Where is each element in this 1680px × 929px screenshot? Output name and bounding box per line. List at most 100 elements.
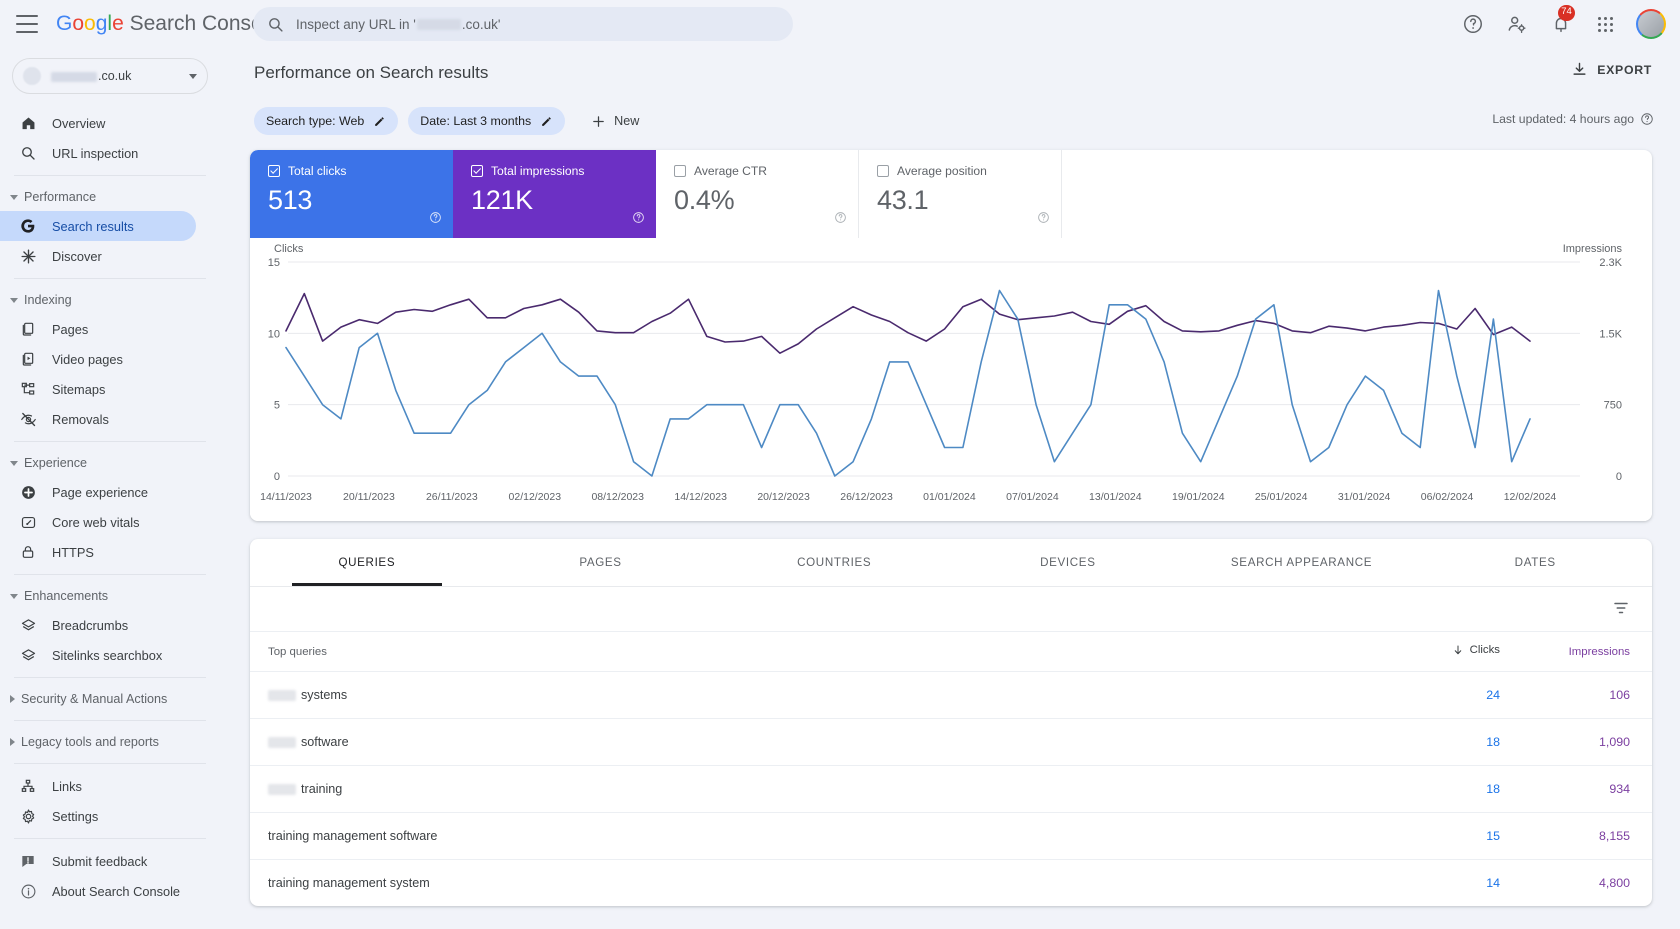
tab-search-appearance[interactable]: SEARCH APPEARANCE bbox=[1185, 539, 1419, 586]
sidebar-item-label: Removals bbox=[52, 411, 109, 427]
checkbox-checked-icon[interactable] bbox=[471, 165, 483, 177]
sidebar-item-about-search-console[interactable]: About Search Console bbox=[0, 876, 196, 906]
performance-chart[interactable]: Clicks Impressions 15 2.3K 10 1.5K 5 750 0 0 14/11… bbox=[250, 238, 1652, 521]
sidebar-item-sitemaps[interactable]: Sitemaps bbox=[0, 374, 196, 404]
metric-card-total-clicks[interactable]: Total clicks 513 bbox=[250, 150, 453, 238]
search-icon bbox=[18, 143, 38, 163]
sidebar-item-sitelinks-searchbox[interactable]: Sitelinks searchbox bbox=[0, 640, 196, 670]
sidebar-group-security-manual-actions[interactable]: Security & Manual Actions bbox=[0, 685, 220, 713]
sidebar-item-settings[interactable]: Settings bbox=[0, 801, 196, 831]
sidebar-item-label: Search results bbox=[52, 218, 134, 234]
feedback-icon bbox=[18, 851, 38, 871]
tab-queries[interactable]: QUERIES bbox=[250, 539, 484, 586]
table-row[interactable]: training 18 934 bbox=[250, 765, 1652, 813]
notifications-icon[interactable]: 74 bbox=[1548, 5, 1575, 37]
help-icon[interactable] bbox=[632, 211, 645, 229]
property-selector[interactable]: .co.uk bbox=[12, 58, 208, 94]
sidebar-group-indexing[interactable]: Indexing bbox=[0, 286, 220, 314]
chart-x-tick-label: 31/01/2024 bbox=[1338, 491, 1391, 503]
tab-dates[interactable]: DATES bbox=[1418, 539, 1652, 586]
chevron-right-icon bbox=[10, 738, 15, 746]
help-icon[interactable] bbox=[834, 211, 847, 229]
sidebar-item-label: Page experience bbox=[52, 484, 149, 500]
sidebar-item-label: Video pages bbox=[52, 351, 123, 367]
sidebar-group-enhancements[interactable]: Enhancements bbox=[0, 582, 220, 610]
export-button[interactable]: EXPORT bbox=[1571, 61, 1652, 78]
tab-countries[interactable]: COUNTRIES bbox=[717, 539, 951, 586]
help-icon[interactable] bbox=[1640, 112, 1654, 126]
chart-x-tick-label: 02/12/2023 bbox=[509, 491, 562, 503]
add-filter-button[interactable]: New bbox=[583, 107, 647, 135]
sidebar-item-removals[interactable]: Removals bbox=[0, 404, 196, 434]
sidebar-group-legacy-tools[interactable]: Legacy tools and reports bbox=[0, 728, 220, 756]
account-avatar[interactable] bbox=[1636, 9, 1666, 39]
divider bbox=[14, 278, 206, 279]
sidebar-item-https[interactable]: HTTPS bbox=[0, 537, 196, 567]
redacted-domain bbox=[416, 19, 461, 31]
cell-clicks: 15 bbox=[1402, 812, 1522, 860]
divider bbox=[14, 574, 206, 575]
table-body: systems 24 106 software 18 1,090 training 18 934… bbox=[250, 671, 1652, 906]
sidebar-group-experience[interactable]: Experience bbox=[0, 449, 220, 477]
query-text: training management system bbox=[268, 876, 430, 890]
help-icon[interactable] bbox=[429, 211, 442, 229]
sidebar-item-core-web-vitals[interactable]: Core web vitals bbox=[0, 507, 196, 537]
cell-impressions: 8,155 bbox=[1522, 812, 1652, 860]
sidebar-group-performance[interactable]: Performance bbox=[0, 183, 220, 211]
tab-devices[interactable]: DEVICES bbox=[951, 539, 1185, 586]
sitelinks-icon bbox=[18, 645, 38, 665]
column-header-impressions[interactable]: Impressions bbox=[1522, 632, 1652, 672]
checkbox-unchecked-icon[interactable] bbox=[877, 165, 889, 177]
gear-icon bbox=[18, 806, 38, 826]
table-row[interactable]: training management software 15 8,155 bbox=[250, 812, 1652, 860]
chart-y-axis-left-title: Clicks bbox=[274, 243, 304, 255]
cell-query: training bbox=[250, 765, 1402, 813]
sidebar-item-submit-feedback[interactable]: Submit feedback bbox=[0, 846, 196, 876]
checkbox-checked-icon[interactable] bbox=[268, 165, 280, 177]
chart-y-axis-right-title: Impressions bbox=[1563, 243, 1623, 255]
tab-label: DATES bbox=[1514, 556, 1556, 569]
chart-x-tick-label: 07/01/2024 bbox=[1006, 491, 1059, 503]
menu-icon[interactable] bbox=[16, 15, 40, 33]
checkbox-unchecked-icon[interactable] bbox=[674, 165, 686, 177]
sidebar-item-pages[interactable]: Pages bbox=[0, 314, 196, 344]
divider bbox=[14, 677, 206, 678]
help-icon[interactable] bbox=[1460, 11, 1486, 37]
sidebar-item-overview[interactable]: Overview bbox=[0, 108, 196, 138]
filter-chip-search-type[interactable]: Search type: Web bbox=[254, 107, 399, 135]
filter-chip-label: Date: Last 3 months bbox=[420, 114, 532, 128]
table-row[interactable]: systems 24 106 bbox=[250, 671, 1652, 719]
sidebar-item-links[interactable]: Links bbox=[0, 771, 196, 801]
help-icon[interactable] bbox=[1037, 211, 1050, 229]
sidebar-group-label: Security & Manual Actions bbox=[21, 692, 168, 706]
product-logo: Google Search Console bbox=[56, 12, 280, 35]
google-g-icon bbox=[18, 216, 38, 236]
sidebar-item-url-inspection[interactable]: URL inspection bbox=[0, 138, 196, 168]
sidebar-item-video-pages[interactable]: Video pages bbox=[0, 344, 196, 374]
sidebar-item-page-experience[interactable]: Page experience bbox=[0, 477, 196, 507]
table-row[interactable]: software 18 1,090 bbox=[250, 718, 1652, 766]
apps-grid-icon[interactable] bbox=[1592, 11, 1618, 37]
cell-impressions: 4,800 bbox=[1522, 859, 1652, 906]
tab-label: DEVICES bbox=[1040, 556, 1096, 569]
tab-pages[interactable]: PAGES bbox=[484, 539, 718, 586]
metric-card-average-position[interactable]: Average position 43.1 bbox=[859, 150, 1062, 238]
page-experience-icon bbox=[18, 482, 38, 502]
column-header-top-queries[interactable]: Top queries bbox=[250, 632, 1402, 672]
url-inspection-search[interactable]: Inspect any URL in ' .co.uk' bbox=[253, 7, 793, 41]
filter-icon[interactable] bbox=[1612, 599, 1630, 622]
divider bbox=[14, 175, 206, 176]
metric-card-total-impressions[interactable]: Total impressions 121K bbox=[453, 150, 656, 238]
filter-chip-date[interactable]: Date: Last 3 months bbox=[408, 107, 566, 135]
metric-label-row: Total impressions bbox=[471, 164, 640, 178]
chart-x-tick-label: 06/02/2024 bbox=[1421, 491, 1474, 503]
sidebar-item-discover[interactable]: Discover bbox=[0, 241, 196, 271]
sidebar-item-breadcrumbs[interactable]: Breadcrumbs bbox=[0, 610, 196, 640]
metric-card-average-ctr[interactable]: Average CTR 0.4% bbox=[656, 150, 859, 238]
removals-icon bbox=[18, 409, 38, 429]
user-settings-icon[interactable] bbox=[1504, 11, 1530, 37]
table-row[interactable]: training management system 14 4,800 bbox=[250, 859, 1652, 906]
column-header-clicks[interactable]: Clicks bbox=[1402, 632, 1522, 672]
sidebar-item-search-results[interactable]: Search results bbox=[0, 211, 196, 241]
sidebar-item-label: Overview bbox=[52, 115, 106, 131]
